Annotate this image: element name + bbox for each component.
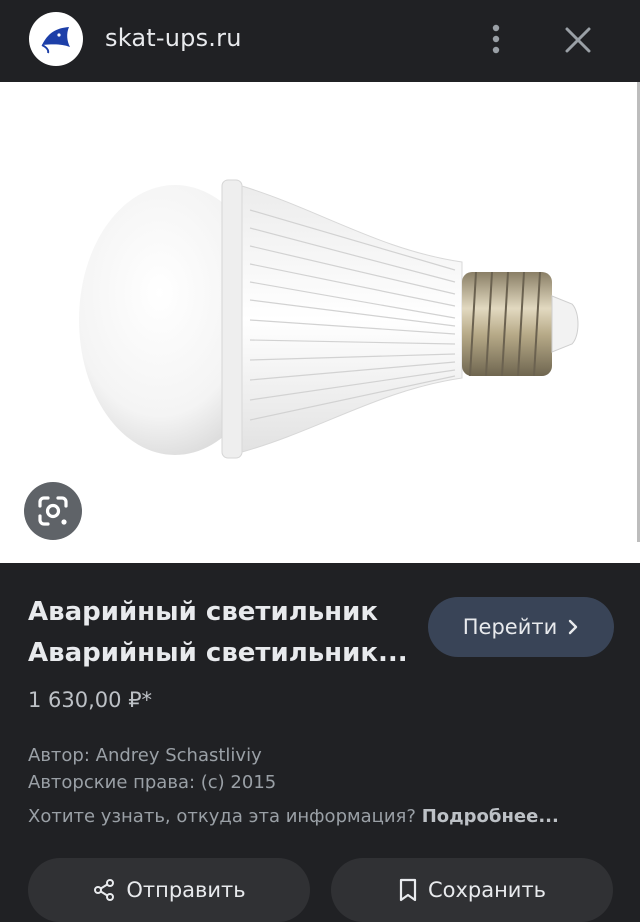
price: 1 630,00 ₽* (28, 688, 153, 712)
copyright-text: Авторские права: (c) 2015 (28, 772, 277, 793)
led-bulb-image (79, 179, 579, 459)
site-name[interactable]: skat-ups.ru (105, 24, 242, 52)
close-icon (565, 27, 591, 53)
stingray-logo-icon (41, 27, 70, 54)
title-line-1: Аварийный светильник (28, 597, 379, 627)
save-label: Сохранить (427, 878, 547, 902)
lens-search-button[interactable] (24, 482, 82, 540)
close-button[interactable] (556, 18, 600, 62)
more-vert-icon (492, 24, 500, 54)
share-label: Отправить (126, 878, 246, 902)
site-logo[interactable] (29, 12, 83, 66)
share-icon (94, 879, 115, 901)
lens-search-icon (38, 496, 68, 526)
info-question-text: Хотите узнать, откуда эта информация? (28, 806, 416, 827)
product-image-area[interactable] (0, 82, 640, 563)
author-text: Автор: Andrey Schastliviy (28, 745, 262, 766)
result-title[interactable]: Аварийный светильник Аварийный светильни… (28, 592, 408, 674)
title-line-2: Аварийный светильник... (28, 638, 408, 668)
more-options-button[interactable] (478, 16, 514, 62)
top-bar: skat-ups.ru (0, 0, 640, 82)
visit-label: Перейти (462, 615, 558, 639)
learn-more-link[interactable]: Подробнее... (422, 806, 559, 827)
save-button[interactable]: Сохранить (331, 858, 613, 922)
bookmark-icon (399, 878, 417, 902)
info-question: Хотите узнать, откуда эта информация? По… (28, 806, 559, 827)
share-button[interactable]: Отправить (28, 858, 310, 922)
chevron-right-icon (569, 619, 578, 635)
visit-button[interactable]: Перейти (428, 597, 614, 657)
